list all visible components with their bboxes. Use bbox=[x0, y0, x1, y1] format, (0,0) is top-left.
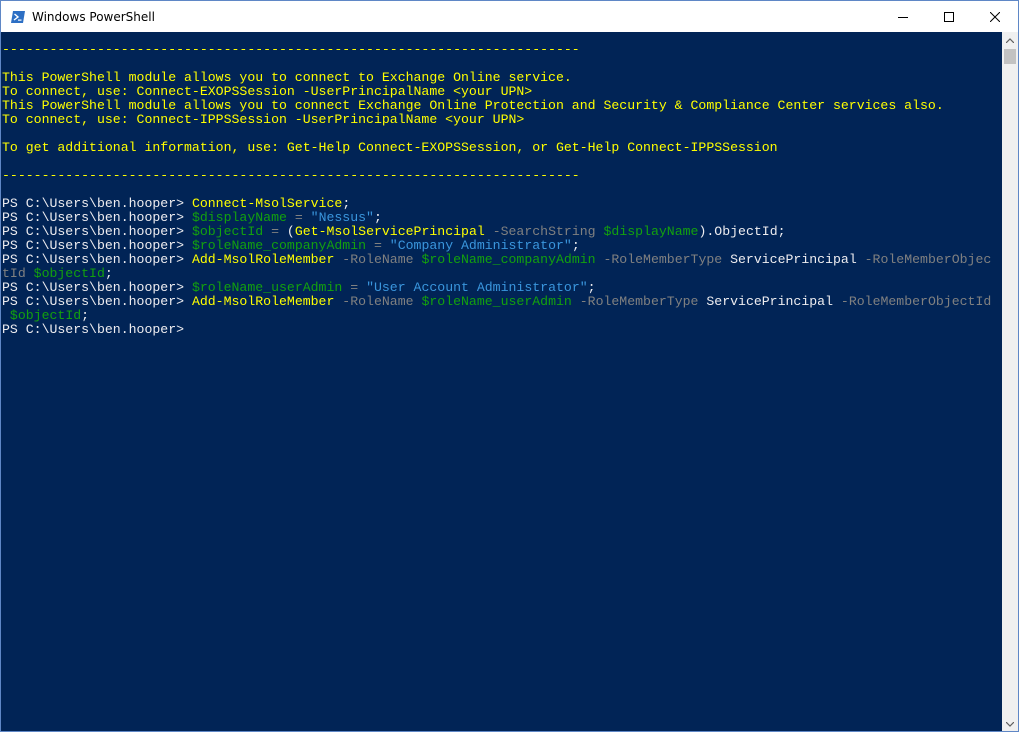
console-token-default: PS C:\Users\ben.hooper> bbox=[2, 322, 185, 337]
console-token-parameter: -RoleMemberType bbox=[571, 294, 707, 309]
console-token-parameter: -RoleMemberObjectId bbox=[833, 294, 992, 309]
console-token-default: ; bbox=[104, 266, 113, 281]
console-token-default: ServicePrincipal bbox=[730, 252, 857, 267]
console-token-variable: $objectId bbox=[9, 308, 82, 323]
console-token-variable: $roleName_userAdmin bbox=[191, 280, 343, 295]
powershell-icon bbox=[11, 10, 25, 23]
console-token-banner: This PowerShell module allows you to con… bbox=[2, 70, 572, 85]
close-button[interactable] bbox=[972, 1, 1018, 32]
console-token-default bbox=[2, 308, 10, 323]
console-line: PS C:\Users\ben.hooper> Add-MsolRoleMemb… bbox=[2, 295, 991, 309]
console-line: ----------------------------------------… bbox=[2, 43, 991, 57]
minimize-icon bbox=[898, 16, 908, 18]
console-lines: ----------------------------------------… bbox=[2, 43, 991, 337]
console-token-parameter: -RoleMemberObjec bbox=[856, 252, 992, 267]
console-token-command: Get-MsolServicePrincipal bbox=[294, 224, 485, 239]
console-line: This PowerShell module allows you to con… bbox=[2, 71, 991, 85]
chevron-down-icon bbox=[1006, 721, 1014, 727]
console-token-default: ; bbox=[81, 308, 90, 323]
console-line: PS C:\Users\ben.hooper> $roleName_compan… bbox=[2, 239, 991, 253]
console-token-default: PS C:\Users\ben.hooper> bbox=[2, 252, 192, 267]
console-token-parameter: tId bbox=[2, 266, 34, 281]
chevron-up-icon bbox=[1006, 37, 1014, 43]
console-token-banner: To connect, use: Connect-IPPSSession -Us… bbox=[2, 112, 525, 127]
console-token-variable: $displayName bbox=[191, 210, 287, 225]
console-line: $objectId; bbox=[2, 309, 991, 323]
console-token-operator: = bbox=[286, 210, 311, 225]
console-token-variable: $displayName bbox=[603, 224, 699, 239]
vertical-scrollbar[interactable] bbox=[1002, 32, 1018, 731]
console-line: tId $objectId; bbox=[2, 267, 991, 281]
window-controls bbox=[880, 1, 1018, 32]
console-token-default: PS C:\Users\ben.hooper> bbox=[2, 280, 192, 295]
console-token-banner: This PowerShell module allows you to con… bbox=[2, 98, 944, 113]
maximize-icon bbox=[944, 11, 954, 22]
console-token-default: PS C:\Users\ben.hooper> bbox=[2, 238, 192, 253]
title-bar[interactable]: Windows PowerShell bbox=[1, 1, 1018, 32]
console-line: PS C:\Users\ben.hooper> $displayName = "… bbox=[2, 211, 991, 225]
console-token-banner: ----------------------------------------… bbox=[2, 42, 580, 57]
console-line: PS C:\Users\ben.hooper> $roleName_userAd… bbox=[2, 281, 991, 295]
console-line: To connect, use: Connect-EXOPSSession -U… bbox=[2, 85, 991, 99]
scroll-up-button[interactable] bbox=[1002, 32, 1018, 48]
console-token-command: Add-MsolRoleMember bbox=[191, 252, 335, 267]
console-token-parameter: -RoleName bbox=[334, 252, 422, 267]
console-line: PS C:\Users\ben.hooper> bbox=[2, 323, 991, 337]
scroll-down-button[interactable] bbox=[1002, 716, 1018, 731]
console-token-default: PS C:\Users\ben.hooper> bbox=[2, 210, 192, 225]
console-line: PS C:\Users\ben.hooper> Connect-MsolServ… bbox=[2, 197, 991, 211]
minimize-button[interactable] bbox=[880, 1, 926, 32]
console-token-variable: $objectId bbox=[33, 266, 105, 281]
console-token-default: PS C:\Users\ben.hooper> bbox=[2, 224, 192, 239]
scrollbar-thumb[interactable] bbox=[1004, 49, 1016, 64]
maximize-button[interactable] bbox=[926, 1, 972, 32]
console-token-default: ( bbox=[286, 224, 295, 239]
console-token-operator: = bbox=[366, 238, 390, 253]
console-token-default: PS C:\Users\ben.hooper> bbox=[2, 294, 192, 309]
console-line: This PowerShell module allows you to con… bbox=[2, 99, 991, 113]
console-token-default: ServicePrincipal bbox=[706, 294, 833, 309]
console-token-default: ; bbox=[587, 280, 596, 295]
console-token-variable: $roleName_companyAdmin bbox=[191, 238, 367, 253]
console-token-variable: $roleName_userAdmin bbox=[421, 294, 572, 309]
console-token-default: ; bbox=[373, 210, 382, 225]
console-token-operator: = bbox=[263, 224, 287, 239]
console-token-parameter: -RoleMemberType bbox=[595, 252, 731, 267]
console-token-banner: To get additional information, use: Get-… bbox=[2, 140, 778, 155]
console-token-banner: ----------------------------------------… bbox=[2, 168, 580, 183]
console-line: PS C:\Users\ben.hooper> $objectId = (Get… bbox=[2, 225, 991, 239]
console-token-variable: $roleName_companyAdmin bbox=[421, 252, 596, 267]
console-token-parameter: -RoleName bbox=[334, 294, 422, 309]
console-token-string: "User Account Administrator" bbox=[366, 280, 588, 295]
close-icon bbox=[990, 11, 1000, 22]
console-token-command: Connect-MsolService bbox=[191, 196, 343, 211]
console-token-string: "Nessus" bbox=[310, 210, 374, 225]
powershell-window: Windows PowerShell ---------------------… bbox=[0, 0, 1019, 732]
console-token-variable: $objectId bbox=[191, 224, 264, 239]
console-line: To get additional information, use: Get-… bbox=[2, 141, 991, 155]
console-token-default: ; bbox=[571, 238, 580, 253]
console-token-string: "Company Administrator" bbox=[389, 238, 572, 253]
window-title: Windows PowerShell bbox=[32, 9, 155, 24]
console-token-operator: = bbox=[342, 280, 367, 295]
console-token-command: Add-MsolRoleMember bbox=[191, 294, 335, 309]
console-token-banner: To connect, use: Connect-EXOPSSession -U… bbox=[2, 84, 533, 99]
console-line: PS C:\Users\ben.hooper> Add-MsolRoleMemb… bbox=[2, 253, 991, 267]
console-token-default: ; bbox=[342, 196, 351, 211]
console-token-parameter: -SearchString bbox=[484, 224, 604, 239]
console-output[interactable]: ----------------------------------------… bbox=[1, 32, 1002, 731]
console-token-default: ).ObjectId; bbox=[698, 224, 786, 239]
console-line: To connect, use: Connect-IPPSSession -Us… bbox=[2, 113, 991, 127]
console-line: ----------------------------------------… bbox=[2, 169, 991, 183]
console-token-default: PS C:\Users\ben.hooper> bbox=[2, 196, 192, 211]
